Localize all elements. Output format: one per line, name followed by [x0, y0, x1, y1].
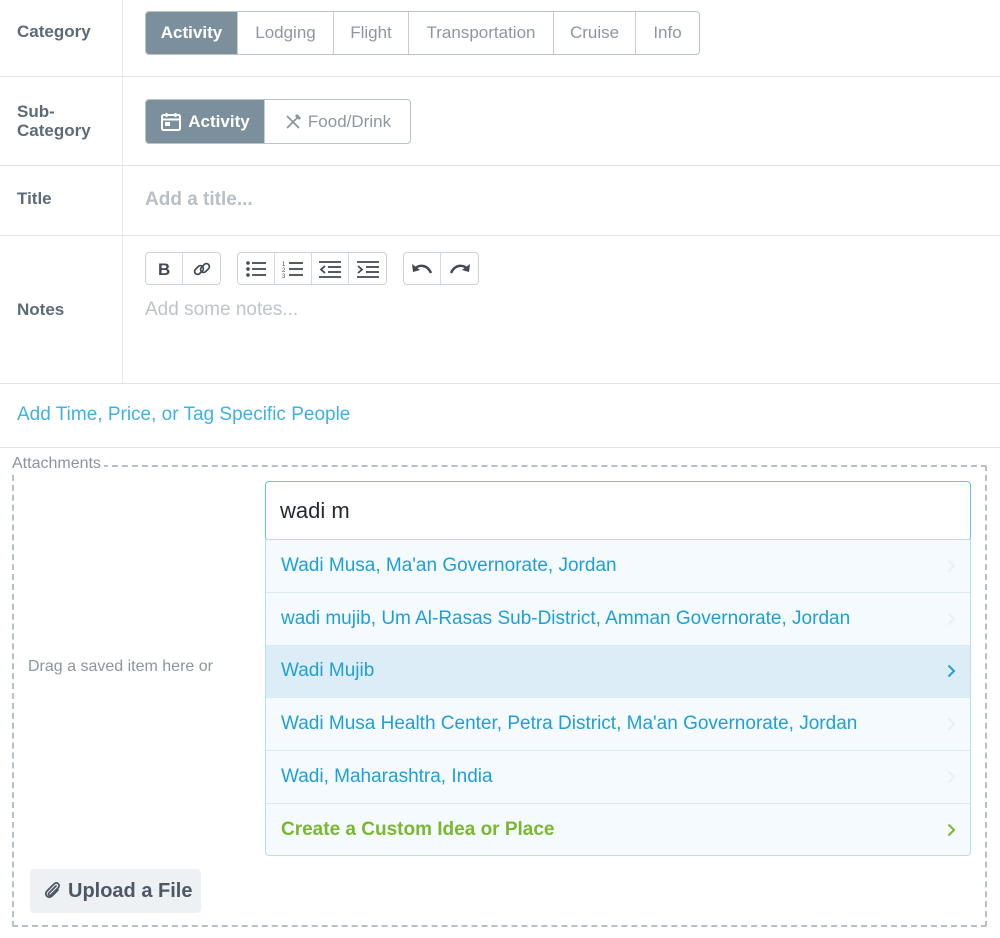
chevron-right-icon — [947, 665, 956, 678]
category-transportation-button[interactable]: Transportation — [409, 12, 554, 54]
notes-label: Notes — [17, 300, 65, 319]
numbered-list-icon: 1 2 3 — [282, 262, 303, 278]
subcategory-label-cell: Sub- Category — [0, 77, 123, 165]
search-results-dropdown: Wadi Musa, Ma'an Governorate, Jordan wad… — [265, 539, 971, 856]
subcategory-label-line2: Category — [17, 121, 91, 140]
subcategory-food-drink-button[interactable]: Food/Drink — [265, 100, 410, 143]
chevron-right-icon — [947, 718, 956, 731]
indent-icon — [356, 260, 379, 278]
subcategory-food-drink-label: Food/Drink — [307, 111, 392, 131]
bold-button[interactable]: B — [146, 253, 183, 284]
link-icon — [193, 262, 210, 275]
notes-editor[interactable]: Add some notes... — [145, 299, 298, 321]
calendar-icon — [161, 112, 182, 131]
category-label-cell: Category — [0, 0, 123, 76]
redo-icon — [449, 263, 470, 274]
title-input[interactable] — [145, 187, 965, 213]
notes-label-cell: Notes — [0, 236, 123, 383]
search-result-label: wadi mujib, Um Al-Rasas Sub-District, Am… — [281, 607, 851, 629]
svg-text:B: B — [158, 260, 170, 278]
search-result-item-highlighted[interactable]: Wadi Mujib — [266, 645, 970, 699]
search-result-item[interactable]: Wadi, Maharashtra, India — [266, 751, 970, 804]
format-toolbar-group: B — [145, 252, 221, 285]
add-time-price-tag-link[interactable]: Add Time, Price, or Tag Specific People — [17, 404, 350, 426]
paperclip-icon — [44, 882, 60, 899]
search-result-label: Wadi, Maharashtra, India — [281, 766, 493, 788]
category-segmented-control: Activity Lodging Flight Transportation C… — [145, 11, 700, 55]
undo-button[interactable] — [404, 253, 441, 284]
chevron-right-icon — [947, 824, 956, 837]
drag-hint-text: Drag a saved item here or — [28, 658, 213, 675]
title-label: Title — [17, 189, 52, 208]
history-toolbar-group — [403, 252, 479, 285]
title-label-cell: Title — [0, 166, 123, 235]
subcategory-segmented-control: Activity Food/Drink — [145, 99, 411, 144]
svg-text:3: 3 — [282, 274, 286, 278]
create-custom-place-label: Create a Custom Idea or Place — [281, 819, 555, 841]
link-button[interactable] — [183, 253, 220, 284]
subcategory-label-line1: Sub- — [17, 102, 55, 121]
attachments-legend: Attachments — [9, 455, 104, 473]
place-search-input[interactable] — [265, 481, 971, 541]
search-result-label: Wadi Musa Health Center, Petra District,… — [281, 713, 858, 735]
upload-file-button[interactable]: Upload a File — [30, 869, 201, 913]
category-activity-button[interactable]: Activity — [146, 12, 238, 54]
indent-button[interactable] — [349, 253, 386, 284]
search-result-item[interactable]: wadi mujib, Um Al-Rasas Sub-District, Am… — [266, 593, 970, 646]
chevron-right-icon — [947, 612, 956, 625]
search-result-item[interactable]: Wadi Musa Health Center, Petra District,… — [266, 698, 970, 752]
bold-icon: B — [158, 260, 170, 278]
undo-icon — [412, 263, 433, 274]
upload-file-label: Upload a File — [68, 879, 193, 902]
search-result-label: Wadi Musa, Ma'an Governorate, Jordan — [281, 554, 617, 576]
subcategory-label: Sub- Category — [17, 102, 91, 140]
category-cruise-button[interactable]: Cruise — [554, 12, 636, 54]
category-lodging-button[interactable]: Lodging — [238, 12, 334, 54]
search-result-item[interactable]: Wadi Musa, Ma'an Governorate, Jordan — [266, 540, 970, 593]
outdent-icon — [319, 260, 341, 278]
search-result-label: Wadi Mujib — [281, 660, 375, 682]
numbered-list-button[interactable]: 1 2 3 — [275, 253, 312, 284]
category-label: Category — [17, 22, 91, 41]
chevron-right-icon — [947, 770, 956, 784]
category-flight-button[interactable]: Flight — [334, 12, 409, 54]
outdent-button[interactable] — [312, 253, 349, 284]
bulleted-list-button[interactable] — [238, 253, 275, 284]
bulleted-list-icon — [246, 260, 266, 277]
category-info-button[interactable]: Info — [636, 12, 699, 54]
chevron-right-icon — [947, 559, 956, 573]
redo-button[interactable] — [441, 253, 478, 284]
subcategory-activity-label: Activity — [188, 111, 250, 131]
subcategory-activity-button[interactable]: Activity — [146, 100, 265, 143]
utensils-icon — [286, 113, 301, 129]
create-custom-place-option[interactable]: Create a Custom Idea or Place — [266, 804, 970, 855]
list-toolbar-group: 1 2 3 — [237, 252, 387, 285]
